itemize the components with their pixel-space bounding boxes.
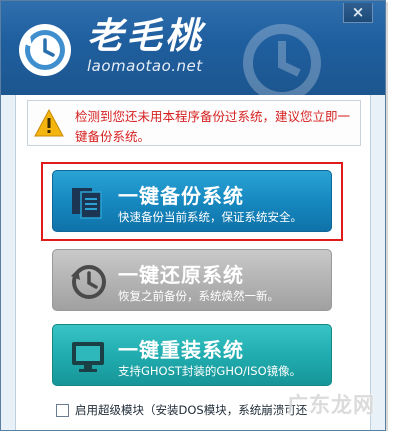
app-window: 老毛桃 laomaotao.net × 检测到您还未用本程序备份过系统，建议您立…: [0, 0, 386, 431]
reinstall-button-subtitle: 支持GHOST封装的GHO/ISO镜像。: [118, 364, 302, 378]
reinstall-button-title: 一键重装系统: [118, 338, 244, 362]
monitor-icon: [72, 342, 104, 372]
page-margin: [388, 0, 400, 431]
backup-notice: 检测到您还未用本程序备份过系统，建议您立即一键备份系统。: [27, 100, 361, 146]
super-module-checkbox[interactable]: [56, 403, 69, 417]
brand-url: laomaotao.net: [87, 57, 203, 75]
restore-button-title: 一键还原系统: [118, 263, 244, 287]
notice-text: 检测到您还未用本程序备份过系统，建议您立即一键备份系统。: [75, 109, 351, 144]
super-module-label: 启用超级模块（安装DOS模块，系统崩溃可还: [75, 403, 308, 417]
header-banner: 老毛桃 laomaotao.net ×: [1, 1, 385, 95]
super-module-option[interactable]: 启用超级模块（安装DOS模块，系统崩溃可还: [56, 401, 307, 419]
brand-title: 老毛桃: [87, 15, 205, 57]
backup-system-button[interactable]: 一键备份系统 快速备份当前系统，保证系统安全。: [52, 170, 332, 232]
brand: 老毛桃 laomaotao.net: [87, 15, 204, 75]
restore-system-button[interactable]: 一键还原系统 恢复之前备份，系统焕然一新。: [52, 249, 332, 311]
clock-restore-icon: [71, 265, 106, 299]
logo-icon: [19, 24, 71, 76]
warning-icon: [34, 109, 64, 137]
site-watermark: 广东龙网: [287, 393, 375, 417]
reinstall-system-button[interactable]: 一键重装系统 支持GHOST封装的GHO/ISO镜像。: [52, 324, 332, 386]
documents-icon: [72, 188, 102, 219]
backup-button-title: 一键备份系统: [118, 184, 244, 208]
backup-button-subtitle: 快速备份当前系统，保证系统安全。: [118, 210, 302, 224]
close-button[interactable]: ×: [343, 3, 373, 23]
watermark-clock-icon: [243, 24, 321, 95]
restore-button-subtitle: 恢复之前备份，系统焕然一新。: [118, 289, 279, 303]
